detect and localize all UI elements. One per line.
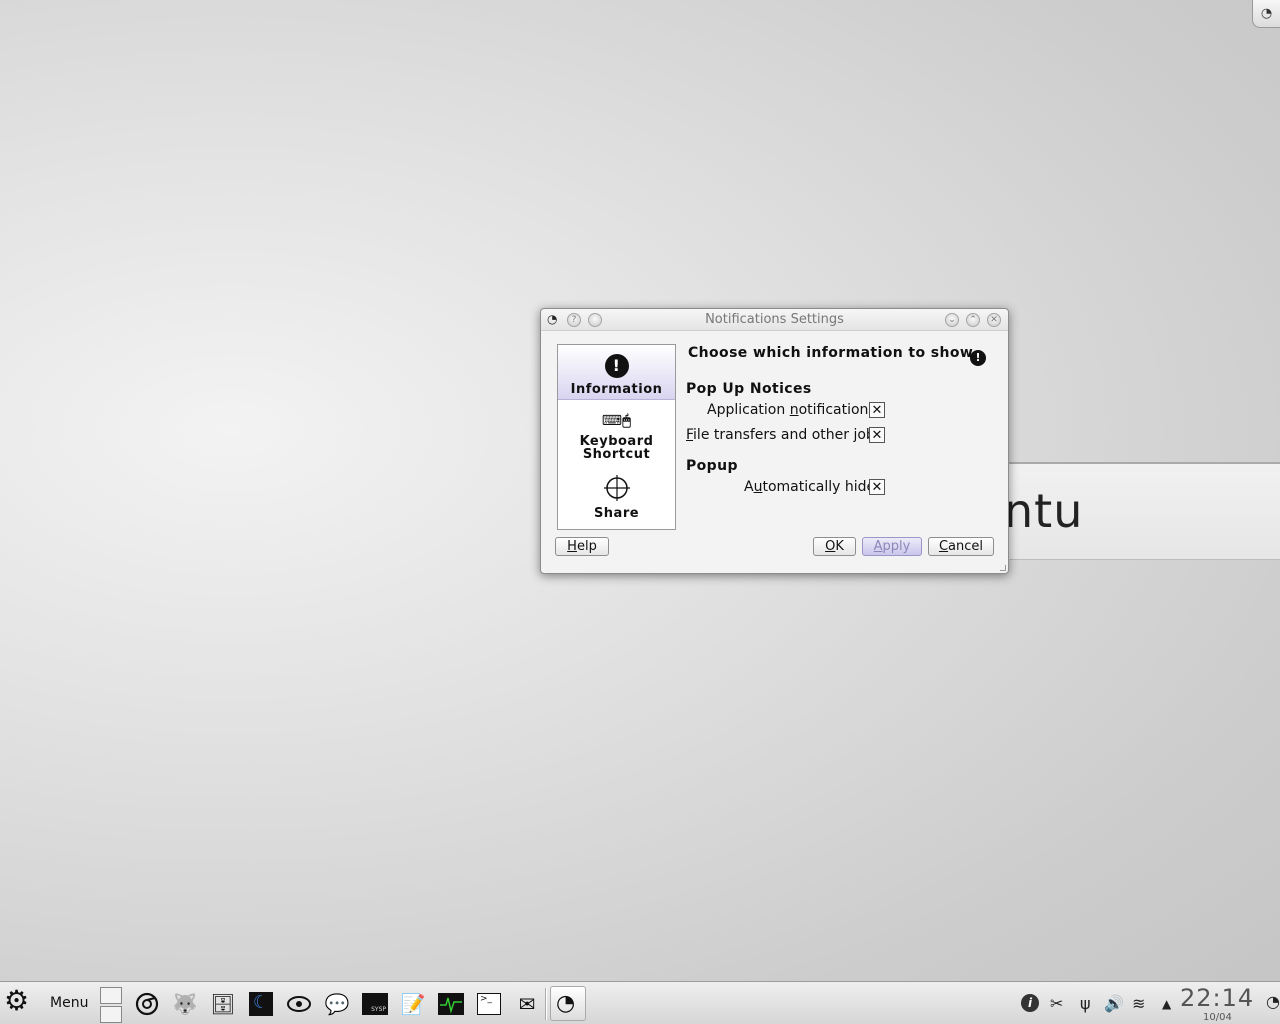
page-title: Choose which information to show — [688, 345, 974, 361]
task-notifications-settings[interactable]: ◔ — [550, 986, 586, 1021]
crosshair-icon — [603, 475, 630, 501]
sysp-icon[interactable]: SYSP — [362, 992, 388, 1016]
ok-button[interactable]: OK — [813, 537, 856, 556]
taskbar-separator — [545, 988, 547, 1020]
sidebar-item-information[interactable]: ! Information — [558, 345, 675, 400]
volume-icon[interactable]: 🔊 — [1104, 994, 1124, 1013]
clock-date[interactable]: 10/04 — [1203, 1012, 1232, 1023]
usb-icon[interactable]: ψ — [1080, 994, 1091, 1013]
automatically-hide-checkbox[interactable]: ✕ — [869, 479, 885, 495]
keyboard-mouse-icon: ⌨🖱 — [601, 413, 632, 429]
dialog-title: Notifications Settings — [705, 312, 844, 327]
apply-button[interactable]: Apply — [862, 537, 922, 556]
panel-toolbox-icon[interactable]: ◔ — [1266, 992, 1280, 1011]
mail-icon[interactable]: ✉ — [514, 992, 540, 1016]
sidebar-item-label: Share — [593, 506, 640, 521]
sidebar-item-label: Information — [570, 382, 663, 397]
expand-arrow-icon[interactable]: ▲ — [1162, 997, 1171, 1011]
chat-bubbles-icon[interactable]: 💬 — [324, 992, 350, 1016]
cancel-button[interactable]: Cancel — [928, 537, 994, 556]
plasma-cashew-icon: ◔ — [556, 990, 576, 1016]
pager-desktop-1[interactable] — [100, 987, 122, 1004]
file-transfers-label: File transfers and other jobs — [686, 427, 883, 443]
info-icon[interactable]: i — [1021, 994, 1039, 1012]
plasma-cashew-icon[interactable]: ◔ — [1252, 0, 1280, 28]
information-icon: ! — [604, 354, 629, 378]
file-transfers-checkbox[interactable]: ✕ — [869, 427, 885, 443]
chromium-icon[interactable] — [134, 992, 160, 1016]
application-notifications-checkbox[interactable]: ✕ — [869, 402, 885, 418]
close-title-button[interactable]: ✕ — [987, 313, 1001, 327]
terminal-icon[interactable]: >_ — [476, 992, 502, 1016]
sidebar-item-keyboard-shortcut[interactable]: ⌨🖱 Keyboard Shortcut — [558, 413, 675, 462]
resize-grip[interactable] — [1000, 565, 1006, 571]
minimize-title-button[interactable]: ⌄ — [945, 313, 959, 327]
clock-time[interactable]: 22:14 — [1180, 984, 1254, 1012]
system-monitor-icon[interactable] — [438, 992, 464, 1016]
file-cabinet-icon[interactable]: 🗄 — [210, 992, 236, 1016]
menu-button[interactable]: Menu — [50, 995, 88, 1011]
settings-category-list: ! Information ⌨🖱 Keyboard Shortcut Share — [557, 344, 676, 530]
notifications-settings-dialog: ◔ ? Notifications Settings ⌄ ⌃ ✕ ! Infor… — [540, 308, 1009, 574]
information-icon: ! — [970, 350, 986, 366]
pager-desktop-2[interactable] — [100, 1006, 122, 1023]
taskbar: ⚙ Menu 🐺 🗄 ☾ 💬 SYSP 📝 >_ ✉ ◔ i ✂ ψ 🔊 ≋ ▲… — [0, 981, 1280, 1024]
notepad-icon[interactable]: 📝 — [400, 992, 426, 1016]
sidebar-item-label: Shortcut — [582, 447, 651, 462]
application-notifications-label: Application notifications — [707, 402, 876, 418]
automatically-hide-label: Automatically hide — [744, 479, 876, 495]
dialog-titlebar[interactable]: ◔ ? Notifications Settings ⌄ ⌃ ✕ — [541, 309, 1008, 331]
moon-icon[interactable]: ☾ — [248, 992, 274, 1016]
sidebar-item-share[interactable]: Share — [558, 475, 675, 520]
kubuntu-wordmark: ntu — [1004, 484, 1084, 538]
kde-logo-icon[interactable]: ⚙ — [4, 984, 29, 1017]
section-title-popup-notices: Pop Up Notices — [686, 381, 812, 397]
desktop-pager[interactable] — [100, 987, 122, 1023]
section-title-popup: Popup — [686, 458, 738, 474]
scissors-icon[interactable]: ✂ — [1050, 994, 1063, 1013]
wolf-icon[interactable]: 🐺 — [172, 992, 198, 1016]
maximize-title-button[interactable]: ⌃ — [966, 313, 980, 327]
wifi-icon[interactable]: ≋ — [1132, 994, 1145, 1013]
eye-icon[interactable] — [286, 992, 312, 1016]
help-button[interactable]: Help — [555, 537, 609, 556]
